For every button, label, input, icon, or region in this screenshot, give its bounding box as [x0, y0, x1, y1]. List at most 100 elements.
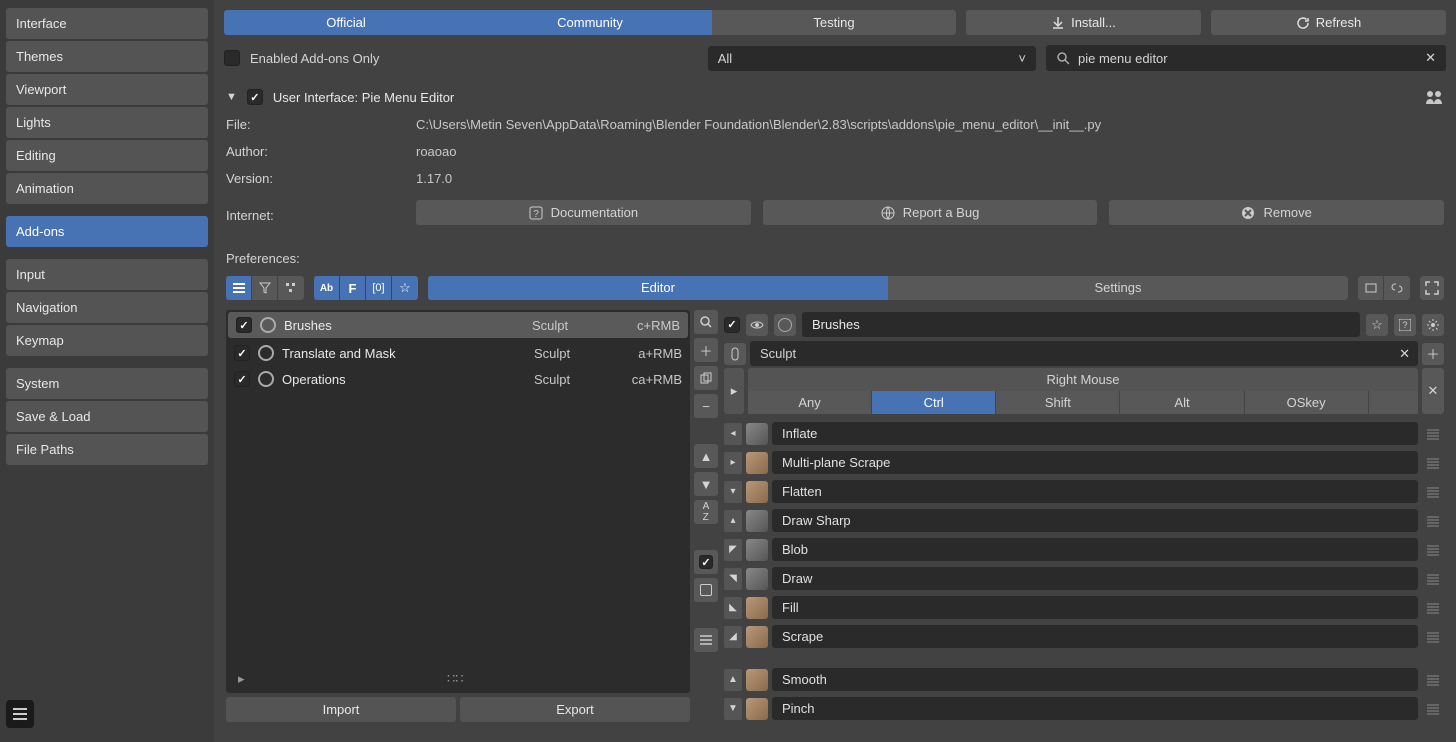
direction-icon[interactable]: ◤ — [724, 539, 742, 561]
list-icon[interactable] — [226, 276, 252, 300]
sidebar-item-system[interactable]: System — [6, 368, 208, 399]
key-mouse-button[interactable]: Right Mouse — [748, 368, 1418, 391]
tree-icon[interactable] — [278, 276, 304, 300]
sidebar-item-save-load[interactable]: Save & Load — [6, 401, 208, 432]
key-collapse[interactable]: ▸ — [724, 368, 744, 414]
tab-official[interactable]: Official — [224, 10, 468, 35]
favorite-icon[interactable]: ☆ — [1366, 314, 1388, 336]
sidebar-item-interface[interactable]: Interface — [6, 8, 208, 39]
visibility-icon[interactable] — [746, 314, 768, 336]
menu-button[interactable] — [694, 628, 718, 652]
mod-ctrl[interactable]: Ctrl — [872, 391, 996, 414]
export-button[interactable]: Export — [460, 697, 690, 722]
category-dropdown[interactable]: All ˅ — [708, 46, 1036, 71]
clear-icon[interactable]: ✕ — [1425, 50, 1436, 66]
sidebar-item-navigation[interactable]: Navigation — [6, 292, 208, 323]
brush-name-field[interactable]: Fill — [772, 596, 1418, 619]
remove-button[interactable]: Remove — [1109, 200, 1444, 225]
tab-testing[interactable]: Testing — [712, 10, 956, 35]
drag-handle-icon[interactable] — [1422, 698, 1444, 720]
move-down-button[interactable]: ▼ — [694, 472, 718, 496]
drag-handle-icon[interactable] — [1422, 539, 1444, 561]
sidebar-item-animation[interactable]: Animation — [6, 173, 208, 204]
filter-icon[interactable] — [252, 276, 278, 300]
brush-row[interactable]: ◂ Inflate — [724, 420, 1444, 447]
help-button[interactable]: ? — [1394, 314, 1416, 336]
brush-name-field[interactable]: Inflate — [772, 422, 1418, 445]
sidebar-item-file-paths[interactable]: File Paths — [6, 434, 208, 465]
mod-shift[interactable]: Shift — [996, 391, 1120, 414]
number-icon[interactable]: [0] — [366, 276, 392, 300]
brush-name-field[interactable]: Multi-plane Scrape — [772, 451, 1418, 474]
menu-name-field[interactable]: Brushes — [802, 312, 1360, 337]
fullscreen-icon[interactable] — [1420, 276, 1444, 300]
bold-icon[interactable]: F — [340, 276, 366, 300]
drag-handle-icon[interactable] — [1422, 481, 1444, 503]
mode-icon[interactable] — [724, 343, 746, 365]
tab-community[interactable]: Community — [468, 10, 712, 35]
refresh-button[interactable]: Refresh — [1211, 10, 1446, 35]
brush-name-field[interactable]: Pinch — [772, 697, 1418, 720]
addon-enabled-checkbox[interactable] — [247, 89, 263, 105]
list-item[interactable]: Translate and Mask Sculpt a+RMB — [226, 340, 690, 366]
add-mode-button[interactable]: ＋ — [1422, 343, 1444, 365]
brush-name-field[interactable]: Smooth — [772, 668, 1418, 691]
settings-icon[interactable] — [1422, 314, 1444, 336]
window-icon[interactable] — [1358, 276, 1384, 300]
mod-any[interactable]: Any — [748, 391, 872, 414]
brush-name-field[interactable]: Flatten — [772, 480, 1418, 503]
ab-icon[interactable]: Ab — [314, 276, 340, 300]
brush-row[interactable]: ◤ Blob — [724, 536, 1444, 563]
uncheck-all-button[interactable] — [694, 578, 718, 602]
brush-name-field[interactable]: Blob — [772, 538, 1418, 561]
drag-handle-icon[interactable] — [1422, 423, 1444, 445]
preferences-menu-button[interactable] — [6, 700, 34, 728]
check-all-button[interactable] — [694, 550, 718, 574]
drag-handle-icon[interactable] — [1422, 669, 1444, 691]
direction-icon[interactable]: ▲ — [724, 669, 742, 691]
clear-mode-icon[interactable]: ✕ — [1399, 346, 1410, 362]
direction-icon[interactable]: ◣ — [724, 597, 742, 619]
brush-name-field[interactable]: Scrape — [772, 625, 1418, 648]
duplicate-button[interactable] — [694, 366, 718, 390]
drag-handle-icon[interactable] — [1422, 568, 1444, 590]
sidebar-item-editing[interactable]: Editing — [6, 140, 208, 171]
import-button[interactable]: Import — [226, 697, 456, 722]
install-button[interactable]: Install... — [966, 10, 1201, 35]
direction-icon[interactable]: ◥ — [724, 568, 742, 590]
brush-row[interactable]: ◢ Scrape — [724, 623, 1444, 650]
move-up-button[interactable]: ▲ — [694, 444, 718, 468]
remove-item-button[interactable]: − — [694, 394, 718, 418]
drag-handle-icon[interactable] — [1422, 452, 1444, 474]
item-enable-checkbox[interactable] — [234, 345, 250, 361]
brush-row[interactable]: ◣ Fill — [724, 594, 1444, 621]
tab-settings[interactable]: Settings — [888, 276, 1348, 300]
link-icon[interactable] — [1384, 276, 1410, 300]
direction-icon[interactable]: ◢ — [724, 626, 742, 648]
direction-icon[interactable]: ◂ — [724, 423, 742, 445]
addon-search[interactable]: ✕ — [1046, 45, 1446, 71]
brush-row[interactable]: ▲ Smooth — [724, 666, 1444, 693]
expand-icon[interactable]: ▸ — [238, 671, 245, 687]
brush-row[interactable]: ▴ Draw Sharp — [724, 507, 1444, 534]
type-icon[interactable] — [774, 314, 796, 336]
mode-field[interactable]: Sculpt ✕ — [750, 341, 1418, 366]
disclosure-triangle[interactable]: ▼ — [226, 91, 237, 103]
item-enable-checkbox[interactable] — [236, 317, 252, 333]
sidebar-item-addons[interactable]: Add-ons — [6, 216, 208, 247]
list-item[interactable]: Operations Sculpt ca+RMB — [226, 366, 690, 392]
sidebar-item-keymap[interactable]: Keymap — [6, 325, 208, 356]
sidebar-item-themes[interactable]: Themes — [6, 41, 208, 72]
search-input[interactable] — [1078, 51, 1417, 66]
tab-editor[interactable]: Editor — [428, 276, 888, 300]
menu-enabled-checkbox[interactable] — [724, 317, 740, 333]
direction-icon[interactable]: ▾ — [724, 481, 742, 503]
key-remove-button[interactable]: ✕ — [1422, 368, 1444, 414]
report-bug-button[interactable]: Report a Bug — [763, 200, 1098, 225]
sidebar-item-lights[interactable]: Lights — [6, 107, 208, 138]
brush-name-field[interactable]: Draw — [772, 567, 1418, 590]
list-item[interactable]: Brushes Sculpt c+RMB — [228, 312, 688, 338]
mod-extra[interactable] — [1369, 391, 1418, 414]
drag-handle-icon[interactable] — [1422, 597, 1444, 619]
brush-name-field[interactable]: Draw Sharp — [772, 509, 1418, 532]
